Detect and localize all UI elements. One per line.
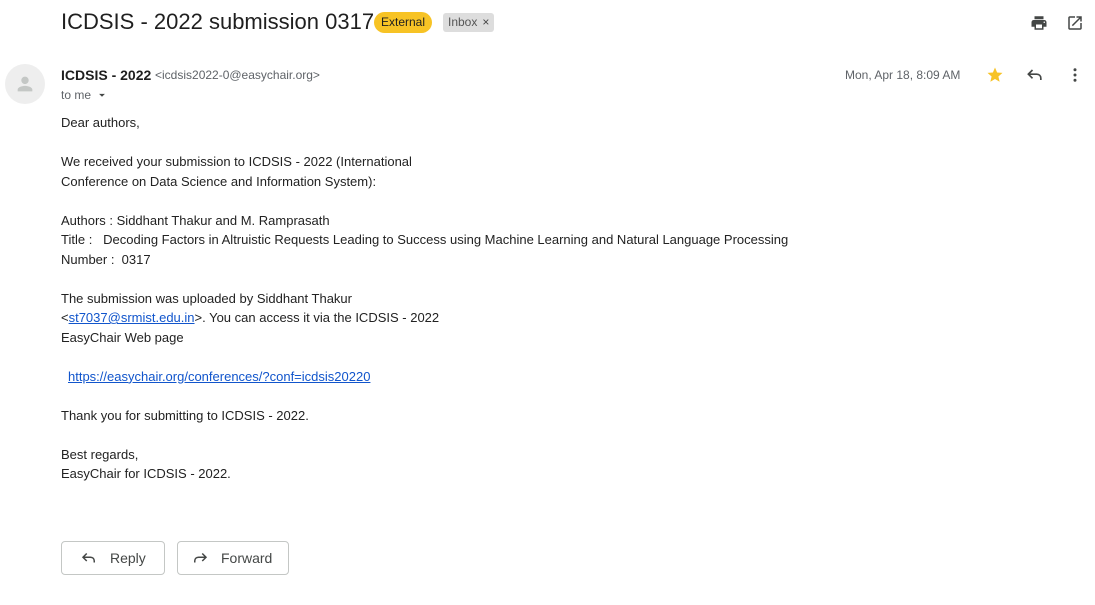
conference-link-line: https://easychair.org/conferences/?conf=… bbox=[61, 367, 861, 387]
title-line: Title : Decoding Factors in Altruistic R… bbox=[61, 232, 789, 247]
sender-avatar bbox=[5, 64, 45, 104]
reply-arrow-icon bbox=[81, 552, 95, 563]
print-icon[interactable] bbox=[1028, 12, 1050, 34]
uploaded-line-3: EasyChair Web page bbox=[61, 329, 184, 345]
reply-button[interactable]: Reply bbox=[61, 541, 165, 575]
regards-line: Best regards, bbox=[61, 446, 139, 462]
more-options-icon[interactable] bbox=[1064, 64, 1086, 86]
chevron-down-icon bbox=[99, 93, 105, 97]
recipient-details-toggle[interactable]: to me bbox=[61, 88, 109, 102]
person-icon bbox=[17, 76, 33, 92]
authors-line: Authors : Siddhant Thakur and M. Rampras… bbox=[61, 212, 330, 228]
conference-link[interactable]: https://easychair.org/conferences/?conf=… bbox=[68, 369, 370, 384]
forward-button[interactable]: Forward bbox=[177, 541, 289, 575]
email-date: Mon, Apr 18, 8:09 AM bbox=[845, 68, 961, 82]
uploaded-line-2: <st7037@srmist.edu.in>. You can access i… bbox=[61, 308, 861, 328]
received-line-1: We received your submission to ICDSIS - … bbox=[61, 154, 412, 169]
thanks-line: Thank you for submitting to ICDSIS - 202… bbox=[61, 407, 309, 423]
email-subject: ICDSIS - 2022 submission 0317 bbox=[61, 9, 375, 34]
forward-arrow-icon bbox=[194, 552, 208, 563]
uploader-email-link[interactable]: st7037@srmist.edu.in bbox=[69, 310, 195, 325]
greeting: Dear authors, bbox=[61, 115, 140, 130]
uploaded-line-1: The submission was uploaded by Siddhant … bbox=[61, 290, 352, 306]
uploader-open: < bbox=[61, 310, 69, 325]
uploader-rest: >. You can access it via the ICDSIS - 20… bbox=[194, 310, 440, 325]
email-body: Dear authors, We received your submissio… bbox=[61, 113, 861, 484]
external-label-badge: External bbox=[374, 12, 433, 33]
signature-line: EasyChair for ICDSIS - 2022. bbox=[61, 466, 231, 481]
number-line: Number : 0317 bbox=[61, 251, 151, 267]
sender-email: <icdsis2022-0@easychair.org> bbox=[155, 68, 320, 82]
reply-icon[interactable] bbox=[1024, 64, 1046, 86]
remove-label-icon[interactable]: × bbox=[482, 13, 489, 32]
star-icon[interactable] bbox=[984, 64, 1006, 86]
forward-button-label: Forward bbox=[221, 550, 273, 566]
open-in-new-window-icon[interactable] bbox=[1064, 12, 1086, 34]
received-line-2: Conference on Data Science and Informati… bbox=[61, 173, 377, 189]
inbox-label-text: Inbox bbox=[448, 15, 478, 29]
reply-button-label: Reply bbox=[110, 550, 146, 566]
inbox-label-badge[interactable]: Inbox × bbox=[443, 13, 495, 32]
recipient-label: to me bbox=[61, 88, 92, 102]
sender-name: ICDSIS - 2022 bbox=[61, 67, 152, 83]
